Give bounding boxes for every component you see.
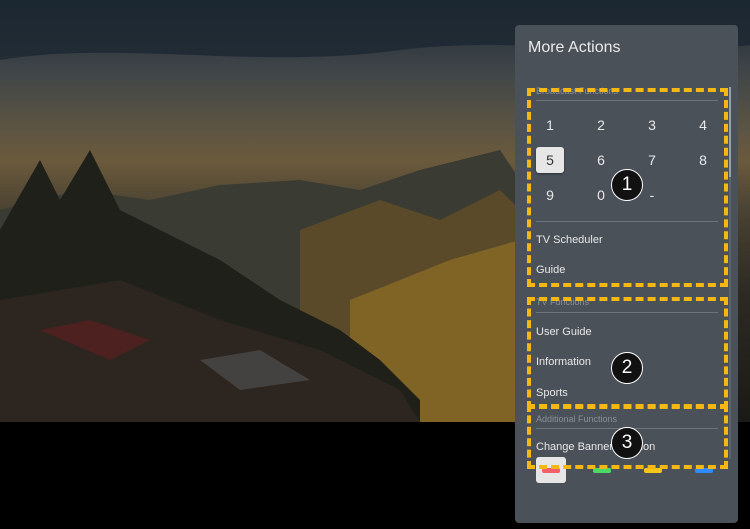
annotation-badge-3: 3 [611,427,643,459]
annotation-badge-2: 2 [611,352,643,384]
panel-title: More Actions [528,39,621,56]
scrollbar-thumb[interactable] [729,87,731,177]
annotation-badge-1: 1 [611,169,643,201]
